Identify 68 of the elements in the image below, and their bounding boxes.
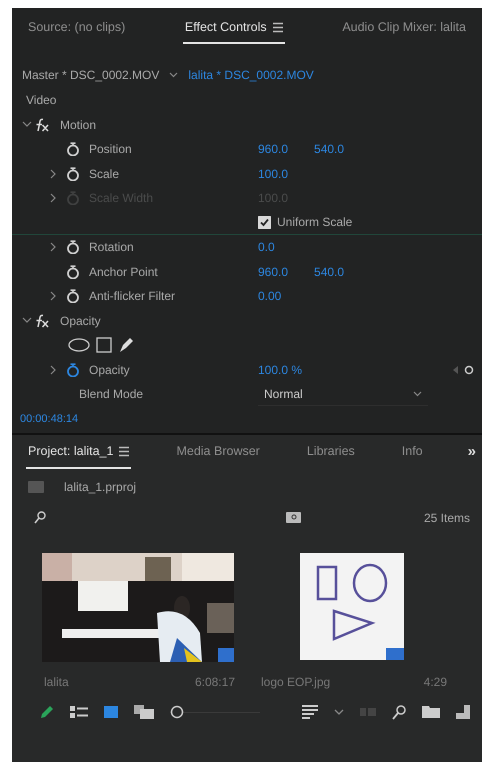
rectangle-mask-icon[interactable] xyxy=(96,337,112,354)
master-clip-label: Master * DSC_0002.MOV xyxy=(22,67,160,84)
blend-mode-dropdown[interactable]: Normal xyxy=(258,382,428,406)
media-duration: 6:08:17 xyxy=(194,674,235,690)
pen-icon[interactable] xyxy=(118,337,134,354)
tab[interactable]: Info xyxy=(400,436,425,469)
tab[interactable]: Audio Clip Mixer: lalita xyxy=(340,12,468,44)
property-value[interactable]: 100.0 % xyxy=(258,360,302,379)
tab[interactable]: Project: lalita_1 xyxy=(26,436,132,469)
media-name: logo EOP.jpg xyxy=(261,674,330,690)
tab[interactable]: Media Browser xyxy=(174,436,262,469)
stopwatch-icon[interactable] xyxy=(66,240,80,254)
project-file-name: lalita_1.prproj xyxy=(64,478,136,496)
property-value[interactable]: 960.0 xyxy=(258,262,288,281)
freeform-view-icon[interactable] xyxy=(134,705,154,719)
pencil-icon[interactable] xyxy=(40,705,54,719)
effect-name: Opacity xyxy=(60,312,101,330)
chevron-down-icon[interactable] xyxy=(334,709,344,715)
stopwatch-icon[interactable] xyxy=(66,362,80,377)
tab[interactable]: Source: (no clips) xyxy=(26,12,128,44)
tab[interactable]: Effect Controls xyxy=(182,12,285,44)
property-name: Anti-flicker Filter xyxy=(89,288,176,306)
chevron-down-icon[interactable] xyxy=(169,72,178,78)
overflow-button[interactable]: » xyxy=(468,441,476,464)
property-value[interactable]: 540.0 xyxy=(314,140,344,158)
search-icon[interactable] xyxy=(34,511,46,524)
chevron-right-icon[interactable] xyxy=(49,242,57,252)
stopwatch-icon[interactable] xyxy=(66,289,80,304)
timecode: 00:00:48:14 xyxy=(20,412,78,428)
checkbox[interactable] xyxy=(258,216,271,229)
chevron-right-icon[interactable] xyxy=(49,291,57,302)
property-name: Position xyxy=(89,141,132,158)
fx-icon xyxy=(34,314,50,328)
bin-icon xyxy=(28,480,44,492)
property-value[interactable]: 0.00 xyxy=(258,287,282,306)
media-name: lalita xyxy=(44,674,69,690)
property-name: Blend Mode xyxy=(79,386,144,404)
stopwatch-icon[interactable] xyxy=(66,142,80,156)
chevron-right-icon[interactable] xyxy=(49,168,57,179)
property-value[interactable]: 0.0 xyxy=(258,238,275,256)
tab[interactable]: Libraries xyxy=(304,436,357,469)
property-name: Opacity xyxy=(89,362,130,379)
section-label: Video xyxy=(26,92,56,110)
ellipse-mask-icon[interactable] xyxy=(68,338,90,352)
chevron-down-icon xyxy=(413,390,422,397)
search-icon[interactable] xyxy=(392,704,406,720)
property-name: Anchor Point xyxy=(89,264,158,281)
checkbox-label: Uniform Scale xyxy=(277,214,352,232)
property-name: Scale xyxy=(89,166,120,183)
menu-icon[interactable] xyxy=(119,446,130,457)
fx-icon xyxy=(34,118,50,132)
property-value[interactable]: 100.0 xyxy=(258,164,288,183)
stopwatch-icon[interactable] xyxy=(66,166,80,181)
folder-icon[interactable] xyxy=(422,706,440,718)
add-keyframe-icon[interactable] xyxy=(464,364,474,375)
property-name: Rotation xyxy=(89,239,134,256)
sort-icon[interactable] xyxy=(302,705,318,719)
menu-icon[interactable] xyxy=(272,22,283,32)
zoom-slider-thumb[interactable] xyxy=(170,705,184,719)
chevron-right-icon[interactable] xyxy=(49,364,57,375)
clip-label[interactable]: lalita * DSC_0002.MOV xyxy=(188,66,314,84)
media-duration: 4:29 xyxy=(424,674,447,690)
list-view-icon[interactable] xyxy=(70,705,88,719)
property-value[interactable]: 960.0 xyxy=(258,140,288,158)
effect-name: Motion xyxy=(60,116,96,134)
stopwatch-icon[interactable] xyxy=(66,264,80,279)
item-count: 25 Items xyxy=(424,510,470,526)
property-value[interactable]: 540.0 xyxy=(314,262,344,281)
